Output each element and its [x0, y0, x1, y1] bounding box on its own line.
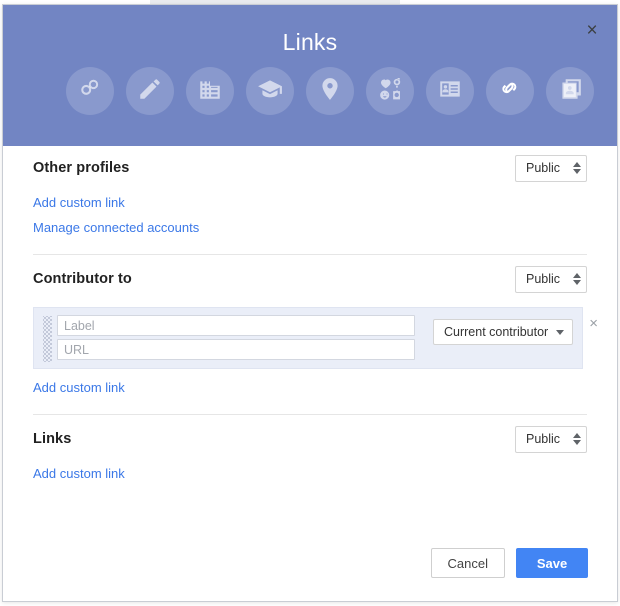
- profile-tab-story[interactable]: [126, 67, 174, 115]
- visibility-select-links[interactable]: Public: [515, 425, 587, 453]
- links-dialog: Links × Other profiles Public Add custom…: [2, 4, 618, 602]
- profile-tab-basic-info[interactable]: [366, 67, 414, 115]
- link-row: Add custom link: [33, 375, 587, 400]
- pencil-icon: [137, 76, 163, 107]
- section-title-links: Links: [33, 431, 72, 447]
- graduation-cap-icon: [257, 76, 283, 107]
- section-title-other-profiles: Other profiles: [33, 160, 130, 176]
- add-custom-link-other-profiles[interactable]: Add custom link: [33, 195, 125, 210]
- screenshot-root: Links × Other profiles Public Add custom…: [0, 0, 620, 606]
- apps-copy-icon: [557, 76, 583, 107]
- dialog-title: Links: [282, 29, 338, 55]
- add-custom-link-links[interactable]: Add custom link: [33, 466, 125, 481]
- location-pin-icon: [317, 76, 343, 107]
- profile-tab-education[interactable]: [246, 67, 294, 115]
- manage-connected-accounts-link[interactable]: Manage connected accounts: [33, 220, 199, 235]
- visibility-value: Public: [526, 161, 561, 175]
- contributor-label-input[interactable]: [57, 315, 415, 336]
- contributor-status-select[interactable]: Current contributor: [433, 319, 574, 345]
- visibility-value: Public: [526, 432, 561, 446]
- dialog-header: Links ×: [3, 5, 617, 146]
- contributor-entry-row: Current contributor ×: [33, 307, 598, 369]
- section-divider: [33, 414, 587, 415]
- close-icon[interactable]: ×: [579, 17, 605, 43]
- profile-tab-about[interactable]: [66, 67, 114, 115]
- profile-tab-places[interactable]: [306, 67, 354, 115]
- section-other-profiles: Other profiles Public Add custom link Ma…: [33, 146, 587, 255]
- spinner-arrows-icon: [568, 162, 586, 174]
- spinner-arrows-icon: [568, 433, 586, 445]
- profile-section-icon-strip: [66, 67, 594, 115]
- contributor-status-value: Current contributor: [444, 325, 549, 339]
- contributor-url-input[interactable]: [57, 339, 415, 360]
- building-icon: [197, 76, 223, 107]
- visibility-select-contributor-to[interactable]: Public: [515, 265, 587, 293]
- visibility-value: Public: [526, 272, 561, 286]
- cancel-button[interactable]: Cancel: [430, 548, 505, 578]
- contact-card-icon: [437, 76, 463, 107]
- profile-tab-work[interactable]: [186, 67, 234, 115]
- section-links: Links Public Add custom link: [33, 417, 587, 486]
- contributor-entry-panel: Current contributor: [33, 307, 584, 369]
- link-row: Add custom link: [33, 461, 587, 486]
- profile-tab-links[interactable]: [486, 67, 534, 115]
- profile-tab-contact-info[interactable]: [426, 67, 474, 115]
- dialog-footer: Cancel Save: [3, 525, 617, 601]
- chevron-down-icon: [556, 329, 565, 335]
- link-row: Manage connected accounts: [33, 215, 587, 240]
- section-divider: [33, 254, 587, 255]
- visibility-select-other-profiles[interactable]: Public: [515, 154, 587, 182]
- profile-tab-apps[interactable]: [546, 67, 594, 115]
- basic-info-icon: [377, 76, 403, 107]
- drag-handle-icon[interactable]: [43, 316, 52, 362]
- remove-entry-icon[interactable]: ×: [589, 315, 598, 332]
- section-header: Links Public: [33, 417, 587, 461]
- contributor-entry-fields: [57, 315, 415, 360]
- about-rings-icon: [77, 76, 103, 107]
- section-header: Other profiles Public: [33, 146, 587, 190]
- add-custom-link-contributor-to[interactable]: Add custom link: [33, 380, 125, 395]
- save-button[interactable]: Save: [516, 548, 588, 578]
- section-title-contributor-to: Contributor to: [33, 271, 132, 287]
- section-header: Contributor to Public: [33, 257, 587, 301]
- spinner-arrows-icon: [568, 273, 586, 285]
- section-contributor-to: Contributor to Public Label URL Current …: [33, 257, 598, 415]
- link-chain-icon: [497, 76, 523, 107]
- link-row: Add custom link: [33, 190, 587, 215]
